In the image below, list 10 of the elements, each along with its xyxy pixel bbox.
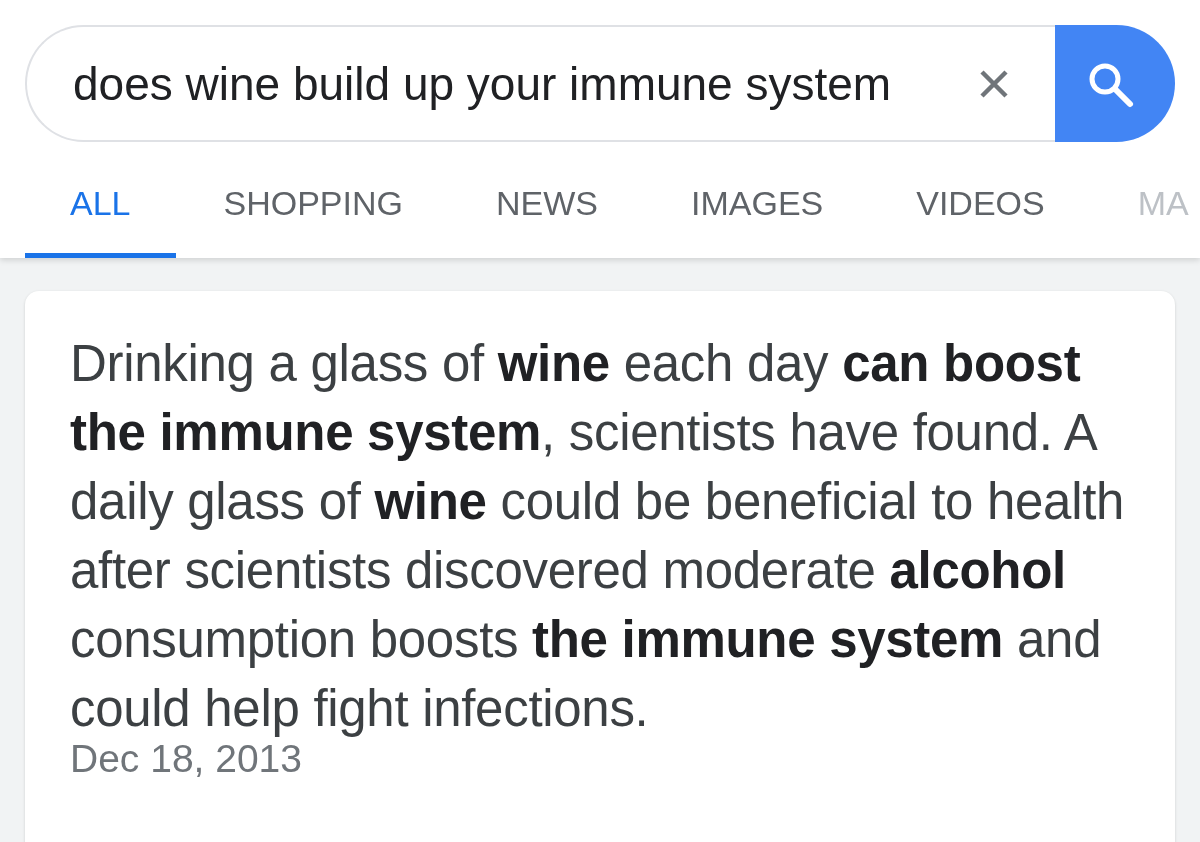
search-field[interactable]: does wine build up your immune system bbox=[25, 25, 1055, 142]
tab[interactable]: VIDEOS bbox=[871, 142, 1090, 258]
tab[interactable]: SHOPPING bbox=[178, 142, 448, 258]
answer-date: Dec 18, 2013 bbox=[70, 737, 303, 781]
close-icon[interactable] bbox=[979, 68, 1009, 99]
search-button[interactable] bbox=[1055, 25, 1175, 142]
answer-text: Drinking a glass of wine each day can boost the immune system, scientists have found. A daily glass of wine could be beneficial to health after scientists discovered moderate alcohol consumption boosts the immune system and could help fight infections. bbox=[70, 334, 1126, 739]
tab[interactable]: IMAGES bbox=[646, 142, 869, 258]
tab[interactable]: NEWS bbox=[451, 142, 643, 258]
tab[interactable]: ALL bbox=[25, 142, 176, 258]
